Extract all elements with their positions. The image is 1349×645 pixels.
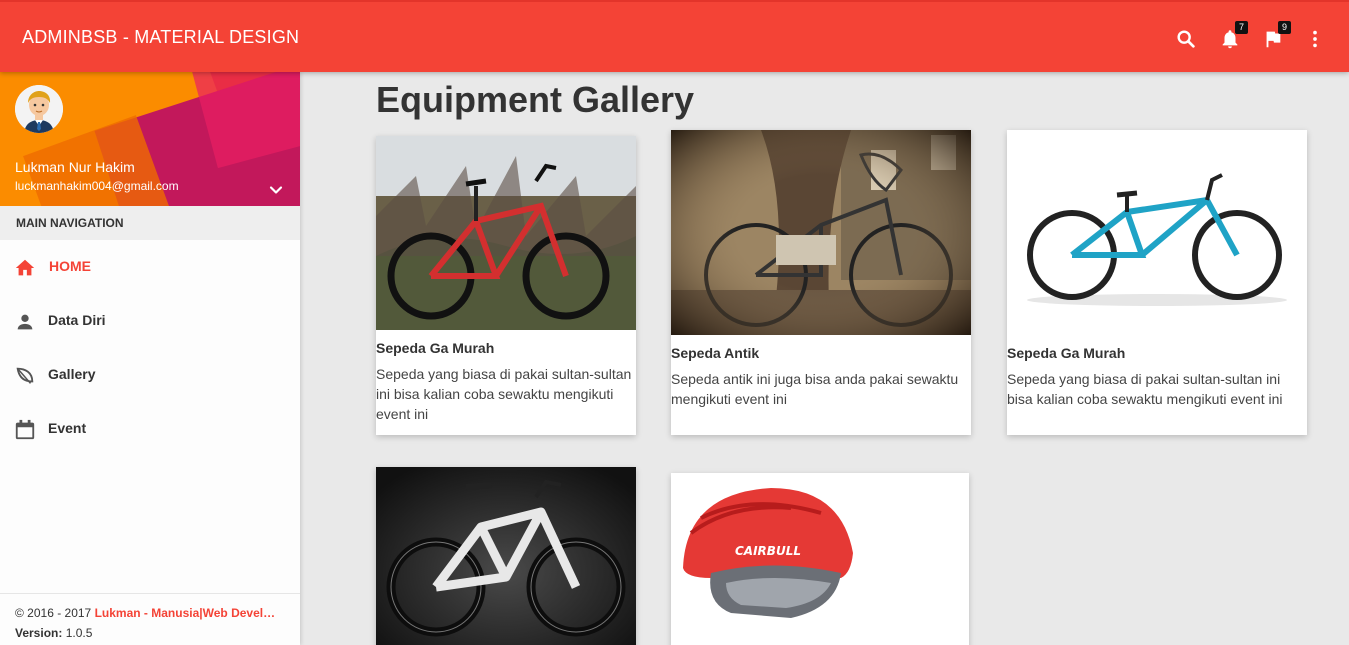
user-name: Lukman Nur Hakim — [15, 159, 135, 175]
user-email: luckmanhakim004@gmail.com — [15, 179, 179, 193]
left-sidebar: Lukman Nur Hakim luckmanhakim004@gmail.c… — [0, 72, 300, 645]
white-mtb-image — [376, 467, 636, 645]
antique-bike-image — [671, 130, 971, 335]
sidebar-item-label: HOME — [49, 258, 91, 274]
mountain-bike-image — [376, 136, 636, 330]
menu-header: MAIN NAVIGATION — [0, 206, 300, 240]
gallery-card[interactable]: CAIRBULL — [671, 473, 969, 645]
flags-count-badge: 9 — [1278, 21, 1291, 34]
avatar[interactable] — [15, 85, 63, 133]
blue-bike-image — [1007, 130, 1307, 335]
sidebar-item-event[interactable]: Event — [0, 402, 300, 456]
gallery-card[interactable] — [376, 467, 636, 645]
home-icon — [14, 257, 36, 279]
helmet-image: CAIRBULL — [671, 473, 969, 633]
version-number: 1.0.5 — [62, 626, 93, 640]
sidebar-item-data-diri[interactable]: Data Diri — [0, 294, 300, 348]
card-title: Sepeda Ga Murah — [1007, 345, 1126, 361]
gallery-card[interactable]: Sepeda Ga Murah Sepeda yang biasa di pak… — [1007, 130, 1307, 435]
top-navbar: ADMINBSB - MATERIAL DESIGN 7 9 — [0, 0, 1349, 72]
search-icon[interactable] — [1175, 28, 1197, 50]
card-title: Sepeda Antik — [671, 345, 760, 361]
card-text: Sepeda antik ini juga bisa anda pakai se… — [671, 371, 959, 407]
sidebar-item-gallery[interactable]: Gallery — [0, 348, 300, 402]
gallery-card[interactable]: Sepeda Antik Sepeda antik ini juga bisa … — [671, 130, 971, 435]
notifications-count-badge: 7 — [1235, 21, 1248, 34]
brand-title[interactable]: ADMINBSB - MATERIAL DESIGN — [22, 27, 299, 48]
sidebar-item-home[interactable]: HOME — [0, 240, 300, 294]
gallery-card[interactable]: Sepeda Ga Murah Sepeda yang biasa di pak… — [376, 136, 636, 435]
notifications-icon[interactable]: 7 — [1219, 21, 1248, 50]
sidebar-item-label: Data Diri — [48, 312, 106, 328]
copyright-text: © 2016 - 2017 — [15, 606, 95, 620]
calendar-icon — [14, 419, 36, 441]
card-text: Sepeda yang biasa di pakai sultan-sultan… — [376, 366, 632, 422]
svg-text:CAIRBULL: CAIRBULL — [735, 544, 801, 558]
sidebar-item-label: Gallery — [48, 366, 96, 382]
author-link[interactable]: Lukman - Manusia|Web Devel… — [95, 606, 276, 620]
chevron-down-icon[interactable] — [266, 180, 286, 200]
card-text: Sepeda yang biasa di pakai sultan-sultan… — [1007, 371, 1283, 407]
page-title: Equipment Gallery — [376, 79, 695, 120]
card-title: Sepeda Ga Murah — [376, 340, 495, 356]
flag-icon[interactable]: 9 — [1262, 21, 1291, 50]
user-info-panel: Lukman Nur Hakim luckmanhakim004@gmail.c… — [0, 72, 300, 206]
sidebar-footer: © 2016 - 2017 Lukman - Manusia|Web Devel… — [0, 593, 300, 645]
sidebar-item-label: Event — [48, 420, 87, 436]
more-vert-icon[interactable] — [1304, 28, 1326, 50]
version-label: Version: — [15, 626, 63, 640]
leaf-icon — [14, 365, 36, 387]
person-icon — [14, 311, 36, 333]
